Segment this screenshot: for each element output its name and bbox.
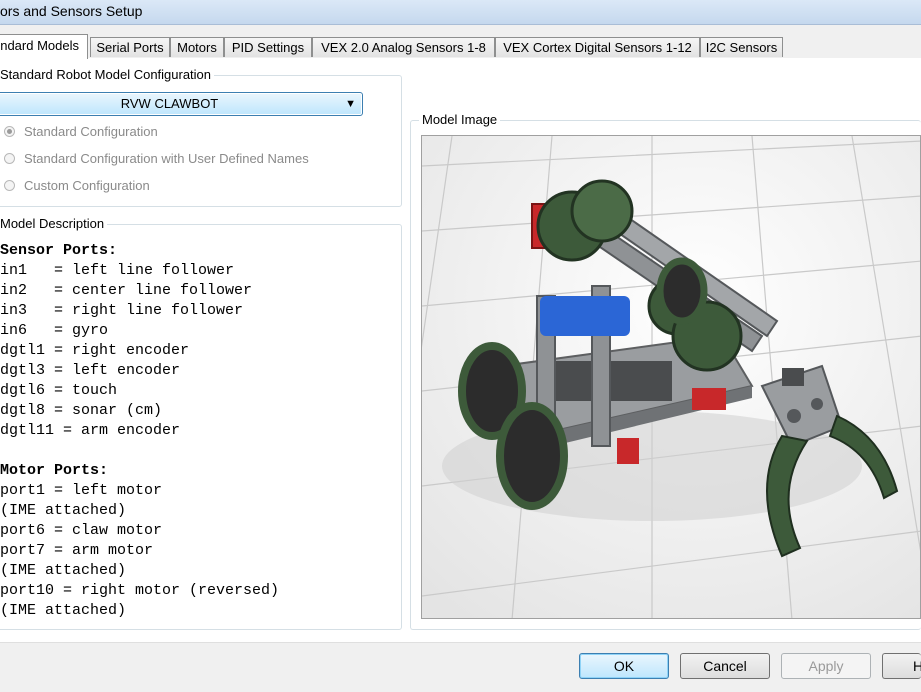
tab-serial-ports[interactable]: Serial Ports [90, 37, 170, 57]
radio-dot [4, 153, 15, 164]
chevron-down-icon: ▼ [345, 98, 356, 110]
motor-ports-header: Motor Ports: [0, 462, 109, 479]
motor-line: (IME attached) [0, 502, 127, 519]
radio-label: Standard Configuration with User Defined… [24, 151, 309, 166]
motor-line: (IME attached) [0, 602, 127, 619]
radio-label: Standard Configuration [24, 124, 158, 139]
cancel-button[interactable]: Cancel [680, 653, 770, 679]
model-config-legend: Standard Robot Model Configuration [0, 67, 215, 82]
radio-dot [4, 126, 15, 137]
model-select-value: RVW CLAWBOT [120, 96, 219, 111]
title-bar: ors and Sensors Setup [0, 0, 921, 25]
motor-line: (IME attached) [0, 562, 127, 579]
model-description-text: Sensor Ports: in1 = left line follower in2… [0, 241, 279, 621]
sensor-line: dgtl3 = left encoder [0, 362, 181, 379]
tab-analog-sensors[interactable]: VEX 2.0 Analog Sensors 1-8 [312, 37, 495, 57]
sensor-ports-header: Sensor Ports: [0, 242, 118, 259]
motor-line: port7 = arm motor [0, 542, 154, 559]
motor-line: port6 = claw motor [0, 522, 163, 539]
apply-button[interactable]: Apply [781, 653, 871, 679]
tab-strip: ndard Models Serial Ports Motors PID Set… [0, 34, 921, 59]
model-select[interactable]: RVW CLAWBOT ▼ [0, 92, 363, 116]
tab-pid-settings[interactable]: PID Settings [224, 37, 312, 57]
robot-model-image [421, 135, 921, 619]
sensor-line: in6 = gyro [0, 322, 109, 339]
clawbot-render [422, 136, 920, 618]
sensor-line: dgtl11 = arm encoder [0, 422, 181, 439]
tab-digital-sensors[interactable]: VEX Cortex Digital Sensors 1-12 [495, 37, 700, 57]
tab-i2c-sensors[interactable]: I2C Sensors [700, 37, 783, 57]
sensor-line: dgtl8 = sonar (cm) [0, 402, 163, 419]
motor-line: port1 = left motor [0, 482, 163, 499]
radio-dot [4, 180, 15, 191]
help-button[interactable]: H [882, 653, 921, 679]
tab-standard-models[interactable]: ndard Models [0, 34, 88, 59]
sensor-line: in3 = right line follower [0, 302, 244, 319]
ok-button[interactable]: OK [579, 653, 669, 679]
motor-line: port10 = right motor (reversed) [0, 582, 280, 599]
sensor-line: in2 = center line follower [0, 282, 253, 299]
tab-motors[interactable]: Motors [170, 37, 224, 57]
radio-label: Custom Configuration [24, 178, 150, 193]
sensor-line: dgtl6 = touch [0, 382, 118, 399]
sensor-line: in1 = left line follower [0, 262, 235, 279]
model-image-legend: Model Image [419, 112, 501, 127]
model-description-legend: Model Description [0, 216, 108, 231]
sensor-line: dgtl1 = right encoder [0, 342, 190, 359]
window-title: ors and Sensors Setup [0, 3, 143, 19]
